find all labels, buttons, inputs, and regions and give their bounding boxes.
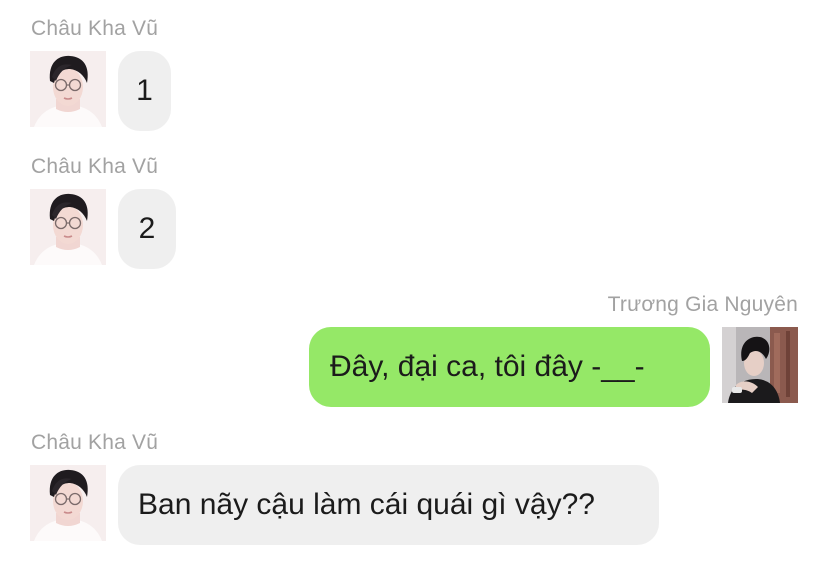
sender-name: Châu Kha Vũ	[31, 17, 159, 40]
avatar[interactable]	[30, 189, 106, 265]
avatar-glasses-boy-icon	[30, 51, 106, 127]
message-bubble-outgoing[interactable]: Đây, đại ca, tôi đây -__-	[309, 327, 710, 407]
message-bubble-incoming[interactable]: Ban nãy cậu làm cái quái gì vậy??	[118, 465, 659, 545]
avatar-glasses-boy-icon	[30, 189, 106, 265]
avatar-photo-boy-icon	[722, 327, 798, 403]
avatar-glasses-boy-icon	[30, 465, 106, 541]
avatar[interactable]	[30, 51, 106, 127]
message-bubble-incoming[interactable]: 1	[118, 51, 171, 131]
sender-name: Châu Kha Vũ	[31, 431, 159, 454]
avatar[interactable]	[30, 465, 106, 541]
avatar[interactable]	[722, 327, 798, 403]
sender-name: Châu Kha Vũ	[31, 155, 159, 178]
sender-name: Trương Gia Nguyên	[607, 293, 798, 316]
chat-transcript: Châu Kha Vũ 1 Châu Kha Vũ 2 Trương Gia N…	[0, 0, 828, 568]
message-bubble-incoming[interactable]: 2	[118, 189, 176, 269]
